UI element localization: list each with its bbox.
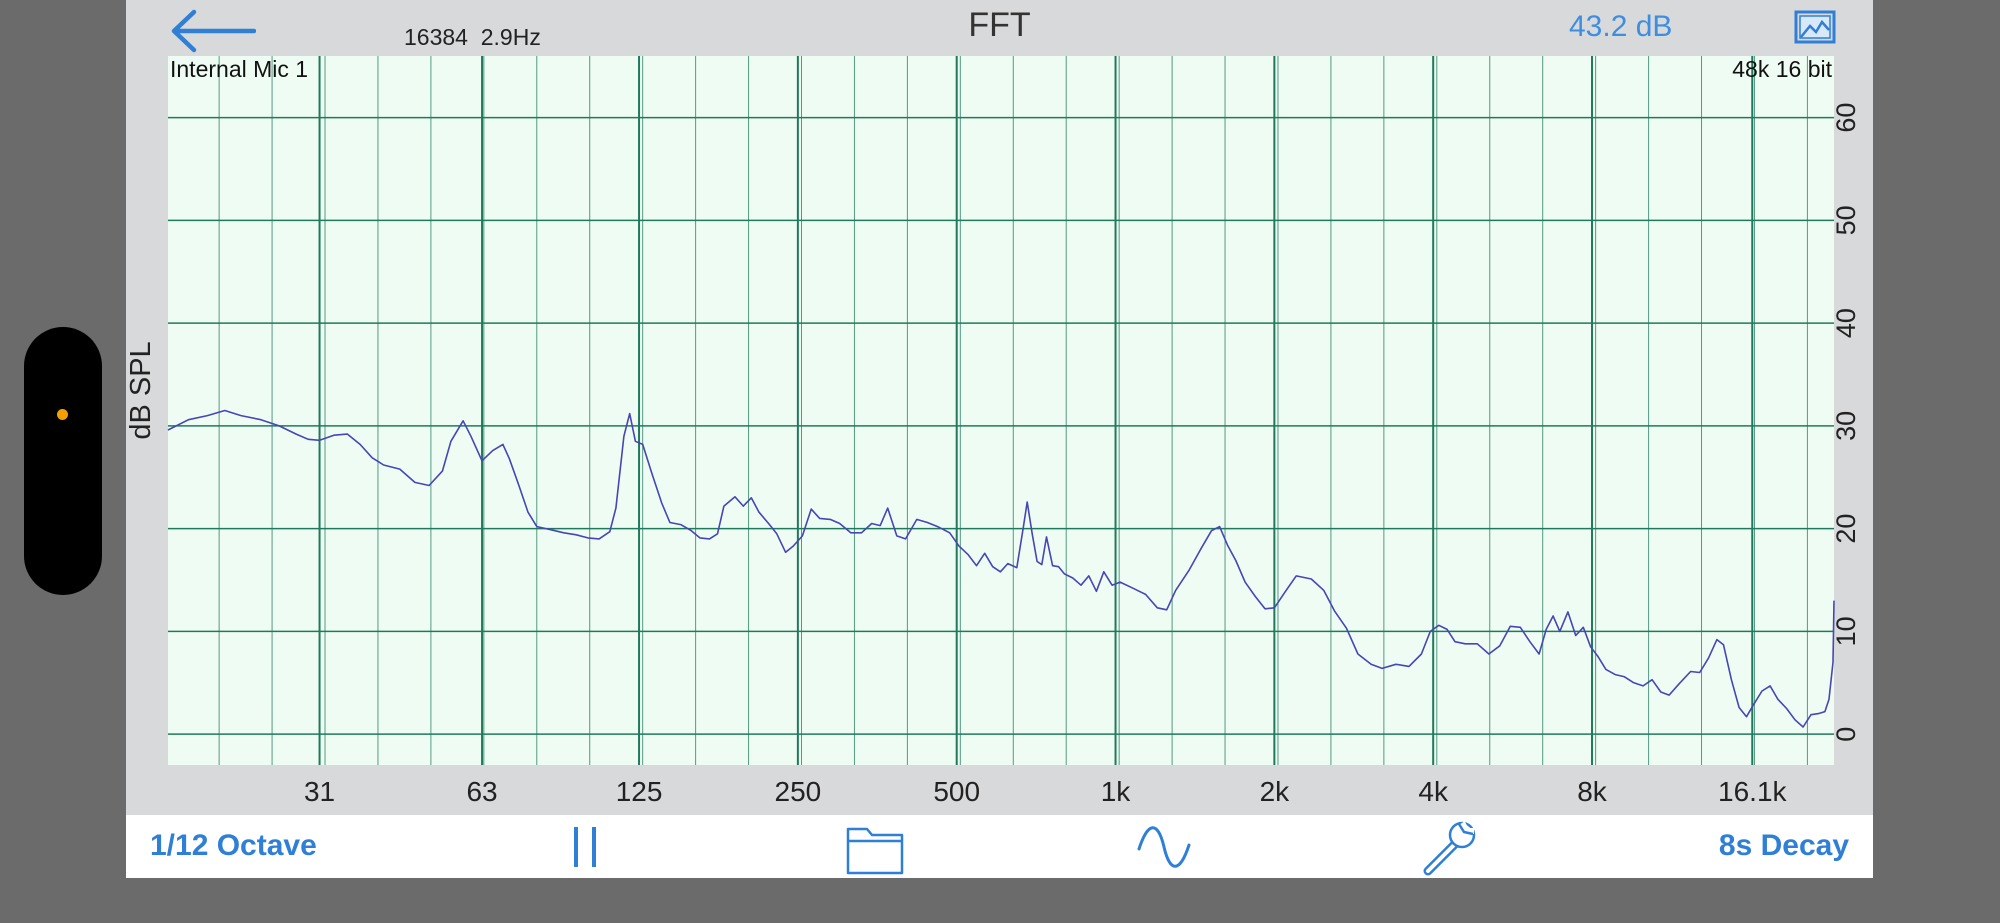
x-tick-label: 31	[304, 776, 335, 807]
folder-icon[interactable]	[845, 819, 905, 875]
x-tick-label: 500	[933, 776, 980, 807]
y-tick-label: 10	[1831, 616, 1861, 646]
x-tick-label: 8k	[1577, 776, 1608, 807]
x-tick-label: 250	[775, 776, 822, 807]
fft-app-window: 31 63 125 250 500 1k 2k 4k 8k 16.1k 0 10 20 30 40 50 60 d…	[126, 0, 1873, 878]
image-icon[interactable]	[1794, 10, 1836, 44]
bottom-toolbar: 1/12 Octave 8s Decay	[126, 815, 1873, 878]
y-tick-label: 50	[1831, 205, 1861, 235]
wrench-icon[interactable]	[1420, 819, 1480, 877]
y-axis-label: dB SPL	[126, 341, 157, 439]
x-tick-label: 63	[466, 776, 497, 807]
y-tick-label: 60	[1831, 103, 1861, 133]
level-readout[interactable]: 43.2 dB	[1569, 10, 1672, 44]
device-notch	[24, 327, 102, 595]
audio-format-label: 48k 16 bit	[1732, 56, 1832, 82]
decay-time-button[interactable]: 8s Decay	[1719, 829, 1849, 863]
sine-wave-icon[interactable]	[1136, 819, 1192, 875]
y-tick-label: 0	[1831, 727, 1861, 742]
fft-chart: 31 63 125 250 500 1k 2k 4k 8k 16.1k 0 10 20 30 40 50 60 d…	[126, 56, 1861, 807]
x-tick-label: 125	[616, 776, 663, 807]
x-tick-label: 16.1k	[1718, 776, 1787, 807]
y-tick-label: 30	[1831, 411, 1861, 441]
x-tick-label: 4k	[1418, 776, 1449, 807]
input-device-label: Internal Mic 1	[170, 56, 308, 82]
y-tick-label: 20	[1831, 514, 1861, 544]
x-tick-label: 1k	[1101, 776, 1132, 807]
top-bar: 16384 2.9Hz FFT 43.2 dB	[126, 0, 1873, 56]
octave-resolution-button[interactable]: 1/12 Octave	[150, 829, 317, 863]
camera-indicator-dot	[57, 409, 68, 420]
pause-icon[interactable]	[568, 819, 602, 873]
y-tick-label: 40	[1831, 308, 1861, 338]
plot-area	[168, 56, 1834, 765]
x-tick-label: 2k	[1260, 776, 1291, 807]
